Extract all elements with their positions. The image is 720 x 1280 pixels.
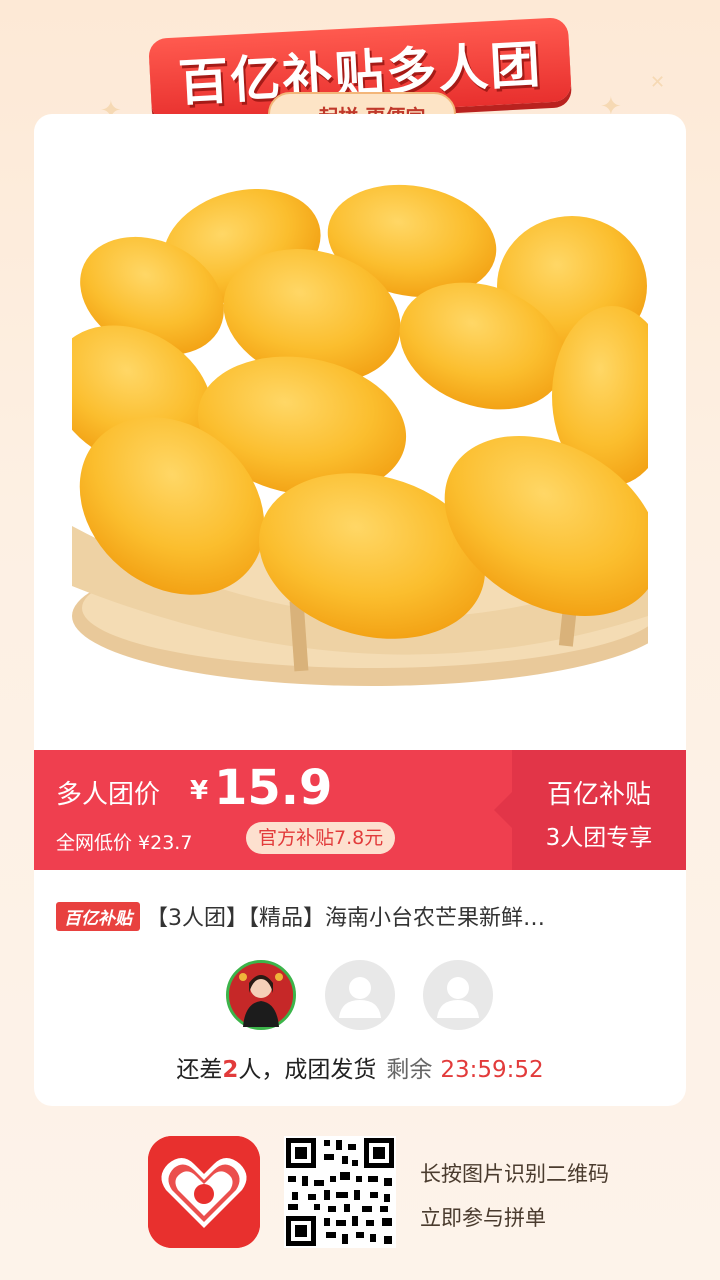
avatar-placeholder-icon	[437, 977, 479, 1018]
user-photo-icon	[229, 963, 293, 1027]
qr-hint-line-1: 长按图片识别二维码	[420, 1162, 609, 1186]
countdown-label: 剩余	[386, 1057, 433, 1083]
sparkle-icon: ✕	[650, 72, 666, 93]
qr-code-icon[interactable]	[284, 1136, 396, 1248]
qr-code-graphic	[284, 1136, 396, 1248]
product-card[interactable]: 多人团价 ¥ 15.9 全网低价 ¥23.7 官方补贴7.8元 百亿补贴 3人团…	[34, 114, 686, 1106]
product-title: 【3人团】【精品】海南小台农芒果新鲜…	[146, 906, 545, 931]
group-price-value: 15.9	[214, 760, 333, 816]
heart-logo-icon	[148, 1136, 260, 1248]
status-suffix: 人，成团发货	[238, 1057, 377, 1083]
product-image[interactable]	[72, 146, 648, 720]
market-price: 全网低价 ¥23.7	[56, 832, 193, 854]
subsidy-logo-badge: 百亿补贴	[56, 901, 140, 931]
qr-hint-line-2: 立即参与拼单	[420, 1206, 546, 1230]
remaining-count: 2	[222, 1057, 239, 1083]
empty-slot-avatar	[325, 960, 395, 1030]
countdown-timer: 23:59:52	[440, 1057, 544, 1083]
mango-basket-illustration	[72, 146, 648, 720]
subsidy-badge: 官方补贴7.8元	[246, 822, 396, 854]
price-bar: 多人团价 ¥ 15.9 全网低价 ¥23.7 官方补贴7.8元 百亿补贴 3人团…	[34, 750, 686, 870]
promo-tag: 百亿补贴 3人团专享	[494, 750, 686, 870]
promo-line-1: 百亿补贴	[546, 780, 651, 810]
promo-line-2: 3人团专享	[545, 825, 653, 851]
member-avatar	[226, 960, 296, 1030]
empty-slot-avatar	[423, 960, 493, 1030]
avatar-placeholder-icon	[339, 977, 381, 1018]
group-price-label: 多人团价	[56, 780, 161, 810]
app-logo-icon	[148, 1136, 260, 1248]
currency-symbol: ¥	[190, 776, 209, 806]
product-title-row[interactable]: 百亿补贴 【3人团】【精品】海南小台农芒果新鲜…	[56, 900, 666, 932]
group-status: 还差2人，成团发货 剩余 23:59:52	[34, 1050, 686, 1084]
status-prefix: 还差	[176, 1057, 223, 1083]
